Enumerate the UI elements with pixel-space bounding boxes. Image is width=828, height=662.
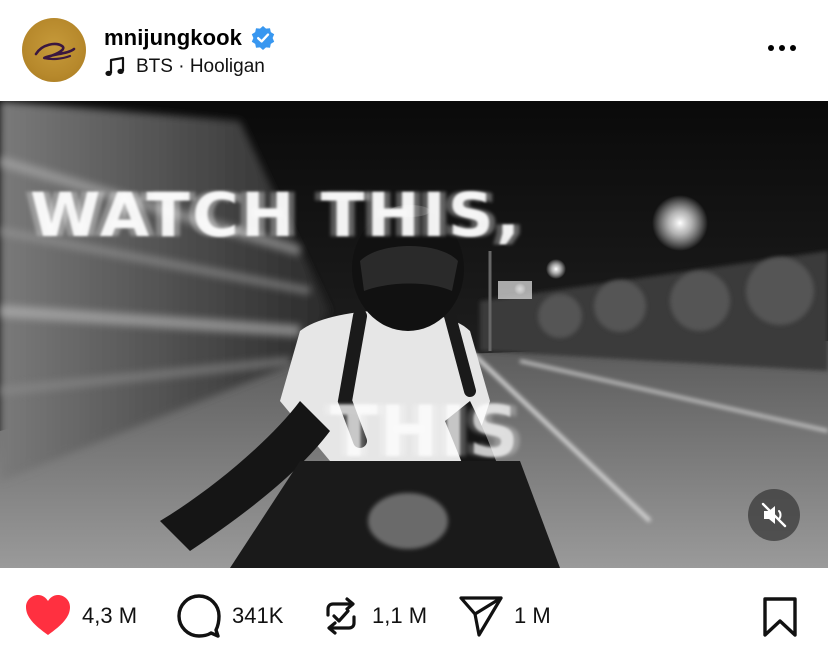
speaker-muted-icon [761, 502, 787, 528]
comment-button[interactable]: 341K [176, 594, 283, 638]
video-overlay-text-1: WATCH THIS, [30, 180, 523, 252]
mute-toggle-button[interactable] [748, 489, 800, 541]
more-options-icon[interactable] [762, 38, 802, 58]
post-media[interactable]: WATCH THIS, THIS [0, 101, 828, 568]
video-frame [0, 101, 828, 568]
repost-button[interactable]: 1,1 M [320, 594, 427, 638]
repost-count: 1,1 M [372, 603, 428, 628]
like-count: 4,3 M [82, 603, 138, 628]
send-icon [459, 596, 503, 637]
like-button[interactable]: 4,3 M [24, 594, 137, 638]
repost-icon [326, 597, 356, 635]
post-actions-bar: 4,3 M 341K 1,1 M 1 M [0, 568, 828, 662]
comment-count: 341K [232, 603, 284, 628]
music-attribution[interactable]: BTS · Hooligan [104, 54, 265, 80]
heart-icon [26, 595, 70, 635]
share-count: 1 M [514, 603, 551, 628]
video-overlay-text-2: THIS [330, 391, 521, 473]
bookmark-icon [763, 597, 797, 637]
music-label: BTS · Hooligan [136, 56, 265, 77]
username[interactable]: mnijungkook [104, 25, 242, 51]
username-row: mnijungkook [104, 24, 276, 52]
verified-badge-icon [250, 25, 276, 51]
signature-logo-icon [34, 42, 76, 61]
share-button[interactable]: 1 M [458, 594, 551, 638]
avatar[interactable] [22, 18, 86, 82]
save-button[interactable] [762, 596, 798, 638]
music-note-icon [104, 56, 126, 78]
comment-bubble-icon [177, 594, 221, 638]
post-header: mnijungkook BTS · Hooligan [0, 0, 828, 101]
